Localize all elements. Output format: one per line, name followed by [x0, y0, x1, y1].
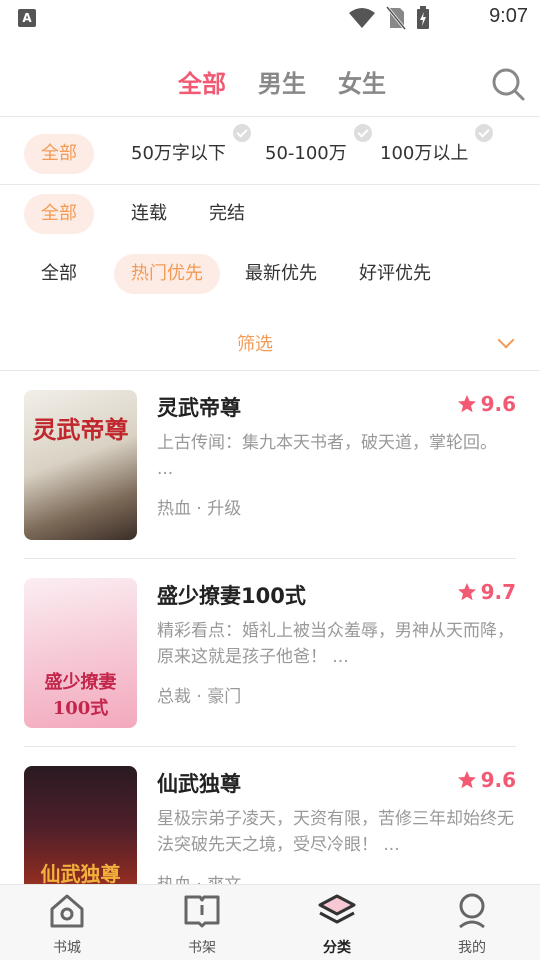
tab-all[interactable]: 全部: [178, 64, 226, 99]
status-bar: A 9:07: [0, 0, 540, 36]
sort-top-rated[interactable]: 好评优先: [342, 254, 448, 294]
book-title: 盛少撩妻100式: [157, 584, 306, 608]
status-time: 9:07: [489, 5, 528, 27]
word-count-under-50w-label: 50万字以下: [131, 143, 226, 164]
book-title: 灵武帝尊: [157, 396, 241, 420]
book-rating: 9.7: [457, 580, 516, 604]
home-icon: [50, 894, 84, 928]
sort-newest[interactable]: 最新优先: [228, 254, 334, 294]
star-icon: [457, 583, 476, 601]
no-sim-icon: [386, 6, 406, 30]
profile-icon: [459, 893, 485, 929]
book-tags: 热血 · 升级: [157, 499, 242, 519]
sort-filter: 全部 热门优先 最新优先 好评优先: [0, 254, 540, 304]
nav-label: 书架: [188, 940, 216, 956]
word-count-50-100w-label: 50-100万: [265, 143, 347, 164]
filter-toggle[interactable]: 筛选: [0, 322, 540, 362]
bookshelf-icon: [184, 895, 220, 928]
nav-profile[interactable]: 我的: [427, 891, 517, 957]
gender-tabs: 全部 男生 女生: [0, 56, 540, 112]
layers-icon: [318, 894, 356, 924]
book-item[interactable]: 灵武帝尊 灵武帝尊 9.6 上古传闻：集九本天书者，破天道，掌轮回。 ... 热…: [24, 390, 516, 540]
rating-value: 9.6: [480, 768, 516, 792]
book-cover: 盛少撩妻100式: [24, 578, 137, 728]
filter-divider: [0, 184, 540, 185]
nav-label: 书城: [53, 940, 81, 956]
tab-male[interactable]: 男生: [258, 64, 306, 99]
status-completed[interactable]: 完结: [192, 194, 262, 234]
status-filter: 全部 连载 完结: [0, 194, 540, 244]
book-divider: [24, 558, 516, 559]
rating-value: 9.6: [480, 392, 516, 416]
nav-bookstore[interactable]: 书城: [22, 891, 112, 957]
word-count-all[interactable]: 全部: [24, 134, 94, 174]
list-divider: [0, 370, 540, 371]
tab-female[interactable]: 女生: [338, 64, 386, 99]
check-icon: [232, 124, 251, 142]
book-description: 星极宗弟子凌天，天资有限，苦修三年却始终无法突破先天之境，受尽冷眼！ ...: [157, 809, 514, 855]
book-rating: 9.6: [457, 392, 516, 416]
search-icon[interactable]: [490, 66, 526, 102]
book-description: 上古传闻：集九本天书者，破天道，掌轮回。 ...: [157, 433, 497, 479]
check-icon: [475, 124, 494, 142]
nav-label: 分类: [323, 940, 351, 956]
nav-category[interactable]: 分类: [292, 891, 382, 957]
word-count-50-100w[interactable]: 50-100万: [248, 124, 372, 174]
word-count-over-100w[interactable]: 100万以上: [363, 124, 494, 174]
book-tags: 总裁 · 豪门: [157, 687, 242, 707]
sort-popular[interactable]: 热门优先: [114, 254, 220, 294]
word-count-under-50w[interactable]: 50万字以下: [114, 124, 251, 174]
book-cover: 灵武帝尊: [24, 390, 137, 540]
book-item[interactable]: 盛少撩妻100式 盛少撩妻100式 9.7 精彩看点：婚礼上被当众羞辱，男神从天…: [24, 578, 516, 728]
word-count-over-100w-label: 100万以上: [380, 143, 469, 164]
book-divider: [24, 746, 516, 747]
book-description: 精彩看点：婚礼上被当众羞辱，男神从天而降，原来这就是孩子他爸！ ...: [157, 621, 514, 667]
book-title: 仙武独尊: [157, 772, 241, 796]
status-all[interactable]: 全部: [24, 194, 94, 234]
battery-icon: [417, 6, 429, 29]
star-icon: [457, 771, 476, 789]
nav-bookshelf[interactable]: 书架: [157, 891, 247, 957]
nav-label: 我的: [458, 940, 486, 956]
status-icons: [348, 6, 430, 30]
status-serializing[interactable]: 连载: [114, 194, 184, 234]
word-count-filter: 全部 50万字以下 50-100万 100万以上: [0, 124, 540, 184]
star-icon: [457, 395, 476, 413]
header-divider: [0, 116, 540, 117]
bottom-nav: 书城 书架 分类 我的: [0, 884, 540, 960]
app-notification-icon: A: [18, 9, 36, 27]
filter-label: 筛选: [237, 334, 273, 355]
sort-all[interactable]: 全部: [24, 254, 94, 294]
wifi-icon: [349, 8, 375, 28]
book-rating: 9.6: [457, 768, 516, 792]
cover-title: 仙武独尊: [40, 862, 121, 886]
cover-title: 灵武帝尊: [32, 415, 129, 444]
cover-title: 盛少撩妻100式: [44, 672, 117, 719]
rating-value: 9.7: [480, 580, 516, 604]
